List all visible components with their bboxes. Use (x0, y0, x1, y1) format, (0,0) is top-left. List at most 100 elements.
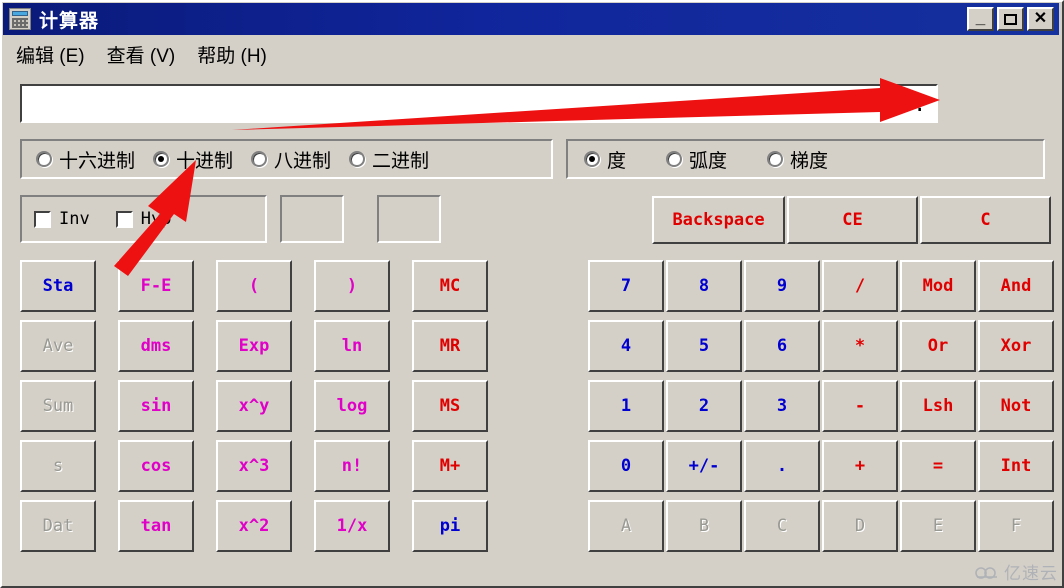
menu-bar: 编辑 (E) 查看 (V) 帮助 (H) (4, 39, 1058, 69)
key-button-9[interactable]: 9 (744, 260, 820, 312)
checkbox-hyp[interactable]: Hyp (115, 209, 172, 229)
key-button-8[interactable]: 8 (666, 260, 742, 312)
key-button-5[interactable]: 5 (666, 320, 742, 372)
key-button-e: E (900, 500, 976, 552)
clear-button[interactable]: C (920, 196, 1051, 244)
close-button[interactable]: ✕ (1027, 7, 1054, 31)
checkbox-box-icon (34, 210, 51, 228)
minimize-icon: _ (975, 8, 986, 27)
key-button-[interactable]: * (822, 320, 898, 372)
radio-label: 梯度 (790, 150, 829, 172)
fn-button-sum: Sum (20, 380, 96, 432)
fn-button-mc[interactable]: MC (412, 260, 488, 312)
indicator-box-2 (377, 195, 441, 243)
fn-button-sta[interactable]: Sta (20, 260, 96, 312)
radio-hexadecimal[interactable]: 十六进制 (36, 146, 135, 173)
fn-button-[interactable]: ( (216, 260, 292, 312)
radio-dot-icon (584, 151, 600, 167)
key-button-[interactable]: +/- (666, 440, 742, 492)
checkbox-label: Inv (59, 209, 90, 229)
key-button-c: C (744, 500, 820, 552)
fn-button-x3[interactable]: x^3 (216, 440, 292, 492)
key-button-a: A (588, 500, 664, 552)
watermark: 亿速云 (975, 559, 1058, 584)
key-button-[interactable]: . (744, 440, 820, 492)
clear-entry-button[interactable]: CE (787, 196, 918, 244)
key-button-0[interactable]: 0 (588, 440, 664, 492)
fn-button-ms[interactable]: MS (412, 380, 488, 432)
key-button-1[interactable]: 1 (588, 380, 664, 432)
radio-degrees[interactable]: 度 (584, 146, 626, 173)
fn-button-sin[interactable]: sin (118, 380, 194, 432)
key-button-6[interactable]: 6 (744, 320, 820, 372)
radio-label: 十六进制 (59, 150, 136, 172)
key-button-or[interactable]: Or (900, 320, 976, 372)
fn-button-tan[interactable]: tan (118, 500, 194, 552)
fn-button-mr[interactable]: MR (412, 320, 488, 372)
watermark-text: 亿速云 (1004, 564, 1058, 583)
cloud-icon (975, 566, 997, 579)
key-button-2[interactable]: 2 (666, 380, 742, 432)
radio-label: 八进制 (274, 150, 332, 172)
fn-button-exp[interactable]: Exp (216, 320, 292, 372)
fn-button-n[interactable]: n! (314, 440, 390, 492)
window-controls: _ ✕ (967, 7, 1054, 31)
fn-button-pi[interactable]: pi (412, 500, 488, 552)
key-button-3[interactable]: 3 (744, 380, 820, 432)
menu-item-view[interactable]: 查看 (V) (103, 40, 180, 69)
fn-button-cos[interactable]: cos (118, 440, 194, 492)
key-button-f: F (978, 500, 1054, 552)
radio-dot-icon (251, 151, 268, 167)
radio-dot-icon (666, 151, 683, 167)
minimize-button[interactable]: _ (967, 7, 994, 31)
key-button-xor[interactable]: Xor (978, 320, 1054, 372)
key-button-not[interactable]: Not (978, 380, 1054, 432)
key-button-d: D (822, 500, 898, 552)
key-button-mod[interactable]: Mod (900, 260, 976, 312)
number-base-group: 十六进制 十进制 八进制 二进制 (20, 139, 553, 179)
fn-button-ln[interactable]: ln (314, 320, 390, 372)
window-title: 计算器 (39, 10, 100, 32)
display-field[interactable]: 255. (20, 84, 938, 123)
radio-decimal[interactable]: 十进制 (153, 146, 233, 173)
fn-button-1x[interactable]: 1/x (314, 500, 390, 552)
radio-label: 二进制 (372, 150, 430, 172)
radio-binary[interactable]: 二进制 (349, 146, 429, 173)
maximize-icon (999, 9, 1022, 29)
key-button-[interactable]: = (900, 440, 976, 492)
key-button-lsh[interactable]: Lsh (900, 380, 976, 432)
radio-label: 度 (607, 150, 627, 172)
radio-dot-icon (767, 151, 784, 167)
fn-button-log[interactable]: log (314, 380, 390, 432)
radio-label: 十进制 (176, 150, 234, 172)
modifier-group: Inv Hyp (20, 195, 267, 243)
key-button-7[interactable]: 7 (588, 260, 664, 312)
fn-button-dms[interactable]: dms (118, 320, 194, 372)
close-icon: ✕ (1033, 10, 1048, 27)
key-button-4[interactable]: 4 (588, 320, 664, 372)
fn-button-fe[interactable]: F-E (118, 260, 194, 312)
backspace-button[interactable]: Backspace (652, 196, 785, 244)
key-button-[interactable]: + (822, 440, 898, 492)
checkbox-label: Hyp (140, 209, 172, 229)
fn-button-[interactable]: ) (314, 260, 390, 312)
menu-item-help[interactable]: 帮助 (H) (193, 40, 271, 69)
key-button-int[interactable]: Int (978, 440, 1054, 492)
fn-button-x2[interactable]: x^2 (216, 500, 292, 552)
key-button-and[interactable]: And (978, 260, 1054, 312)
radio-radians[interactable]: 弧度 (666, 146, 727, 173)
maximize-button[interactable] (997, 7, 1024, 31)
fn-button-m[interactable]: M+ (412, 440, 488, 492)
key-button-[interactable]: / (822, 260, 898, 312)
title-bar[interactable]: 计算器 _ ✕ (3, 3, 1059, 35)
calculator-window: 计算器 _ ✕ 编辑 (E) 查看 (V) 帮助 (H) 255. 十六进制 十… (0, 0, 1064, 588)
radio-gradians[interactable]: 梯度 (767, 146, 828, 173)
fn-button-xy[interactable]: x^y (216, 380, 292, 432)
checkbox-inv[interactable]: Inv (34, 209, 90, 229)
radio-octal[interactable]: 八进制 (251, 146, 331, 173)
fn-button-dat: Dat (20, 500, 96, 552)
display-value: 255. (875, 91, 926, 116)
fn-button-s: s (20, 440, 96, 492)
menu-item-edit[interactable]: 编辑 (E) (12, 40, 89, 69)
key-button-[interactable]: - (822, 380, 898, 432)
